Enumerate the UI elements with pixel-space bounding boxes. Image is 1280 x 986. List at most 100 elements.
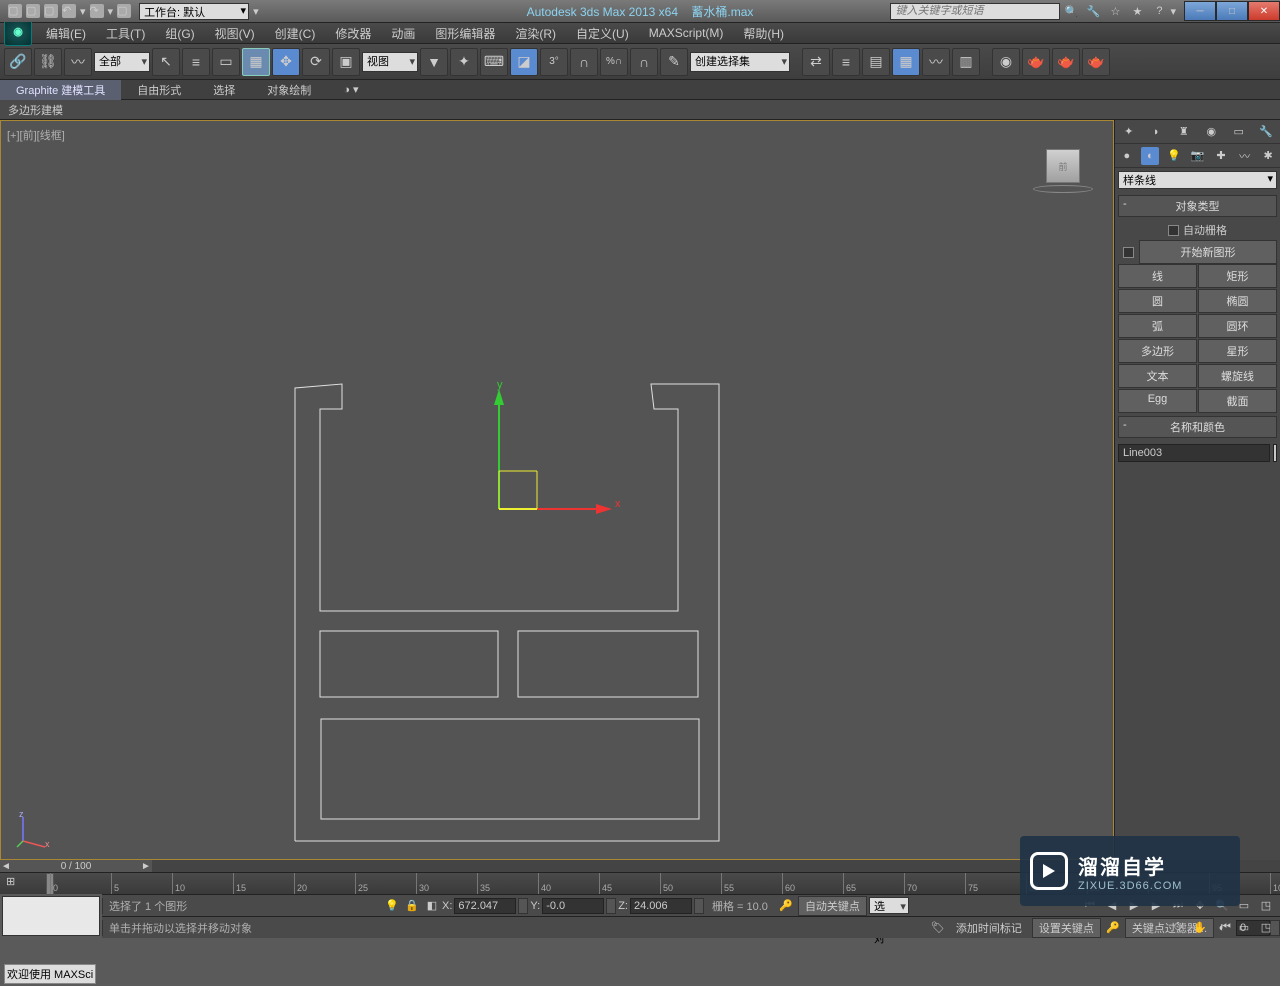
ribbon-tab-freeform[interactable]: 自由形式 xyxy=(121,80,197,100)
menu-create[interactable]: 创建(C) xyxy=(265,25,326,42)
key-target-dropdown[interactable]: 选定对 xyxy=(869,897,909,914)
material-editor-icon[interactable]: ◉ xyxy=(992,48,1020,76)
section-button[interactable]: 截面 xyxy=(1198,389,1277,413)
graphite-toggle-icon[interactable]: ▦ xyxy=(892,48,920,76)
selection-filter-dropdown[interactable]: 全部 xyxy=(94,52,150,72)
line-button[interactable]: 线 xyxy=(1118,264,1197,288)
search-input[interactable] xyxy=(890,3,1060,20)
ellipse-button[interactable]: 椭圆 xyxy=(1198,289,1277,313)
nav-orbit-icon[interactable]: ✋ xyxy=(1190,918,1210,938)
named-sel-dropdown[interactable]: 创建选择集 xyxy=(690,52,790,72)
z-spinner[interactable] xyxy=(694,898,704,914)
egg-button[interactable]: Egg xyxy=(1118,389,1197,413)
maximize-button[interactable]: □ xyxy=(1216,1,1248,21)
isolate-icon[interactable]: ◧ xyxy=(422,896,442,916)
scroll-right-icon[interactable]: ► xyxy=(140,861,152,872)
angle-snap-icon[interactable]: 3° xyxy=(540,48,568,76)
render-frame-icon[interactable]: 🫖 xyxy=(1052,48,1080,76)
geometry-cat-icon[interactable]: ● xyxy=(1118,147,1136,165)
favorite-icon[interactable]: ★ xyxy=(1128,2,1146,20)
workspace-dropdown[interactable]: 工作台: 默认 xyxy=(139,3,249,20)
menu-rendering[interactable]: 渲染(R) xyxy=(505,25,566,42)
percent-snap-icon[interactable]: ∩ xyxy=(570,48,598,76)
ribbon-tab-more-icon[interactable]: ◑ ▾ xyxy=(327,81,374,98)
align-icon[interactable]: ≡ xyxy=(832,48,860,76)
arc-button[interactable]: 弧 xyxy=(1118,314,1197,338)
layers-icon[interactable]: ▤ xyxy=(862,48,890,76)
nav-fov-icon[interactable]: ◳ xyxy=(1256,896,1276,916)
cameras-cat-icon[interactable]: 📷 xyxy=(1188,147,1206,165)
menu-graph[interactable]: 图形编辑器 xyxy=(425,25,505,42)
time-config-icon[interactable]: ⏱ xyxy=(1168,918,1188,938)
setkey-button[interactable]: 设置关键点 xyxy=(1032,918,1101,938)
autogrid-checkbox[interactable] xyxy=(1168,225,1179,236)
rollout-object-type[interactable]: -对象类型 xyxy=(1118,195,1277,217)
undo-icon[interactable]: ↶ xyxy=(62,4,76,18)
close-button[interactable]: ✕ xyxy=(1248,1,1280,21)
menu-edit[interactable]: 编辑(E) xyxy=(36,25,96,42)
lock-icon[interactable]: 🔒 xyxy=(402,896,422,916)
select-object-icon[interactable]: ↖ xyxy=(152,48,180,76)
menu-help[interactable]: 帮助(H) xyxy=(733,25,794,42)
bind-space-warp-icon[interactable]: 〰 xyxy=(64,48,92,76)
redo-icon[interactable]: ↷ xyxy=(90,4,104,18)
menu-views[interactable]: 视图(V) xyxy=(205,25,265,42)
display-tab-icon[interactable]: ▭ xyxy=(1230,123,1248,141)
mirror-icon[interactable]: ⇄ xyxy=(802,48,830,76)
startnew-checkbox[interactable] xyxy=(1123,247,1134,258)
select-region-icon[interactable]: ▭ xyxy=(212,48,240,76)
star-button[interactable]: 星形 xyxy=(1198,339,1277,363)
key-mode-icon[interactable]: 🔑 xyxy=(1103,918,1123,938)
nav-max-icon[interactable]: ▭ xyxy=(1234,918,1254,938)
motion-tab-icon[interactable]: ◉ xyxy=(1202,123,1220,141)
helix-button[interactable]: 螺旋线 xyxy=(1198,364,1277,388)
menu-maxscript[interactable]: MAXScript(M) xyxy=(639,26,734,40)
object-color-swatch[interactable] xyxy=(1273,444,1277,462)
use-pivot-icon[interactable]: ▼ xyxy=(420,48,448,76)
ref-coord-dropdown[interactable]: 视图 xyxy=(362,52,418,72)
render-setup-icon[interactable]: 🫖 xyxy=(1022,48,1050,76)
link-tool-icon[interactable]: 🔗 xyxy=(4,48,32,76)
menu-animation[interactable]: 动画 xyxy=(381,25,425,42)
window-crossing-icon[interactable]: ▦ xyxy=(242,48,270,76)
unlink-tool-icon[interactable]: ⛓ xyxy=(34,48,62,76)
donut-button[interactable]: 圆环 xyxy=(1198,314,1277,338)
snap-options-icon[interactable]: ∩ xyxy=(630,48,658,76)
x-spinner[interactable] xyxy=(518,898,528,914)
binoculars-icon[interactable]: 🔍 xyxy=(1062,2,1080,20)
curve-editor-icon[interactable]: 〰 xyxy=(922,48,950,76)
wrench-icon[interactable]: 🔧 xyxy=(1084,2,1102,20)
rectangle-button[interactable]: 矩形 xyxy=(1198,264,1277,288)
y-input[interactable] xyxy=(542,898,604,914)
scroll-left-icon[interactable]: ◄ xyxy=(0,861,12,872)
modify-tab-icon[interactable]: ◗ xyxy=(1147,123,1165,141)
hierarchy-tab-icon[interactable]: ♜ xyxy=(1175,123,1193,141)
autokey-button[interactable]: 自动关键点 xyxy=(798,896,867,916)
spinner-snap-icon[interactable]: %∩ xyxy=(600,48,628,76)
menu-group[interactable]: 组(G) xyxy=(155,25,204,42)
select-move-icon[interactable]: ✥ xyxy=(272,48,300,76)
select-rotate-icon[interactable]: ⟳ xyxy=(302,48,330,76)
circle-button[interactable]: 圆 xyxy=(1118,289,1197,313)
select-scale-icon[interactable]: ▣ xyxy=(332,48,360,76)
edit-named-sel-icon[interactable]: ✎ xyxy=(660,48,688,76)
ribbon-tab-paint[interactable]: 对象绘制 xyxy=(251,80,327,100)
timeline-config-icon[interactable]: ⊞ xyxy=(6,875,15,888)
save-icon[interactable]: ▢ xyxy=(44,4,58,18)
shapes-cat-icon[interactable]: ◐ xyxy=(1141,147,1159,165)
text-button[interactable]: 文本 xyxy=(1118,364,1197,388)
menu-tools[interactable]: 工具(T) xyxy=(96,25,155,42)
nav-max2-icon[interactable]: ◳ xyxy=(1256,918,1276,938)
minimize-button[interactable]: ─ xyxy=(1184,1,1216,21)
lights-cat-icon[interactable]: 💡 xyxy=(1165,147,1183,165)
lock-sel-icon[interactable]: 💡 xyxy=(382,896,402,916)
render-icon[interactable]: 🫖 xyxy=(1082,48,1110,76)
create-tab-icon[interactable]: ✦ xyxy=(1120,123,1138,141)
new-icon[interactable]: ▢ xyxy=(8,4,22,18)
ribbon-tab-graphite[interactable]: Graphite 建模工具 xyxy=(0,80,121,100)
timetag-icon[interactable]: 🏷 xyxy=(928,918,948,938)
select-by-name-icon[interactable]: ≡ xyxy=(182,48,210,76)
start-new-shape-button[interactable]: 开始新图形 xyxy=(1139,240,1277,264)
frame-indicator[interactable]: 0 / 100 xyxy=(12,861,140,872)
snap-toggle-icon[interactable]: ◪ xyxy=(510,48,538,76)
